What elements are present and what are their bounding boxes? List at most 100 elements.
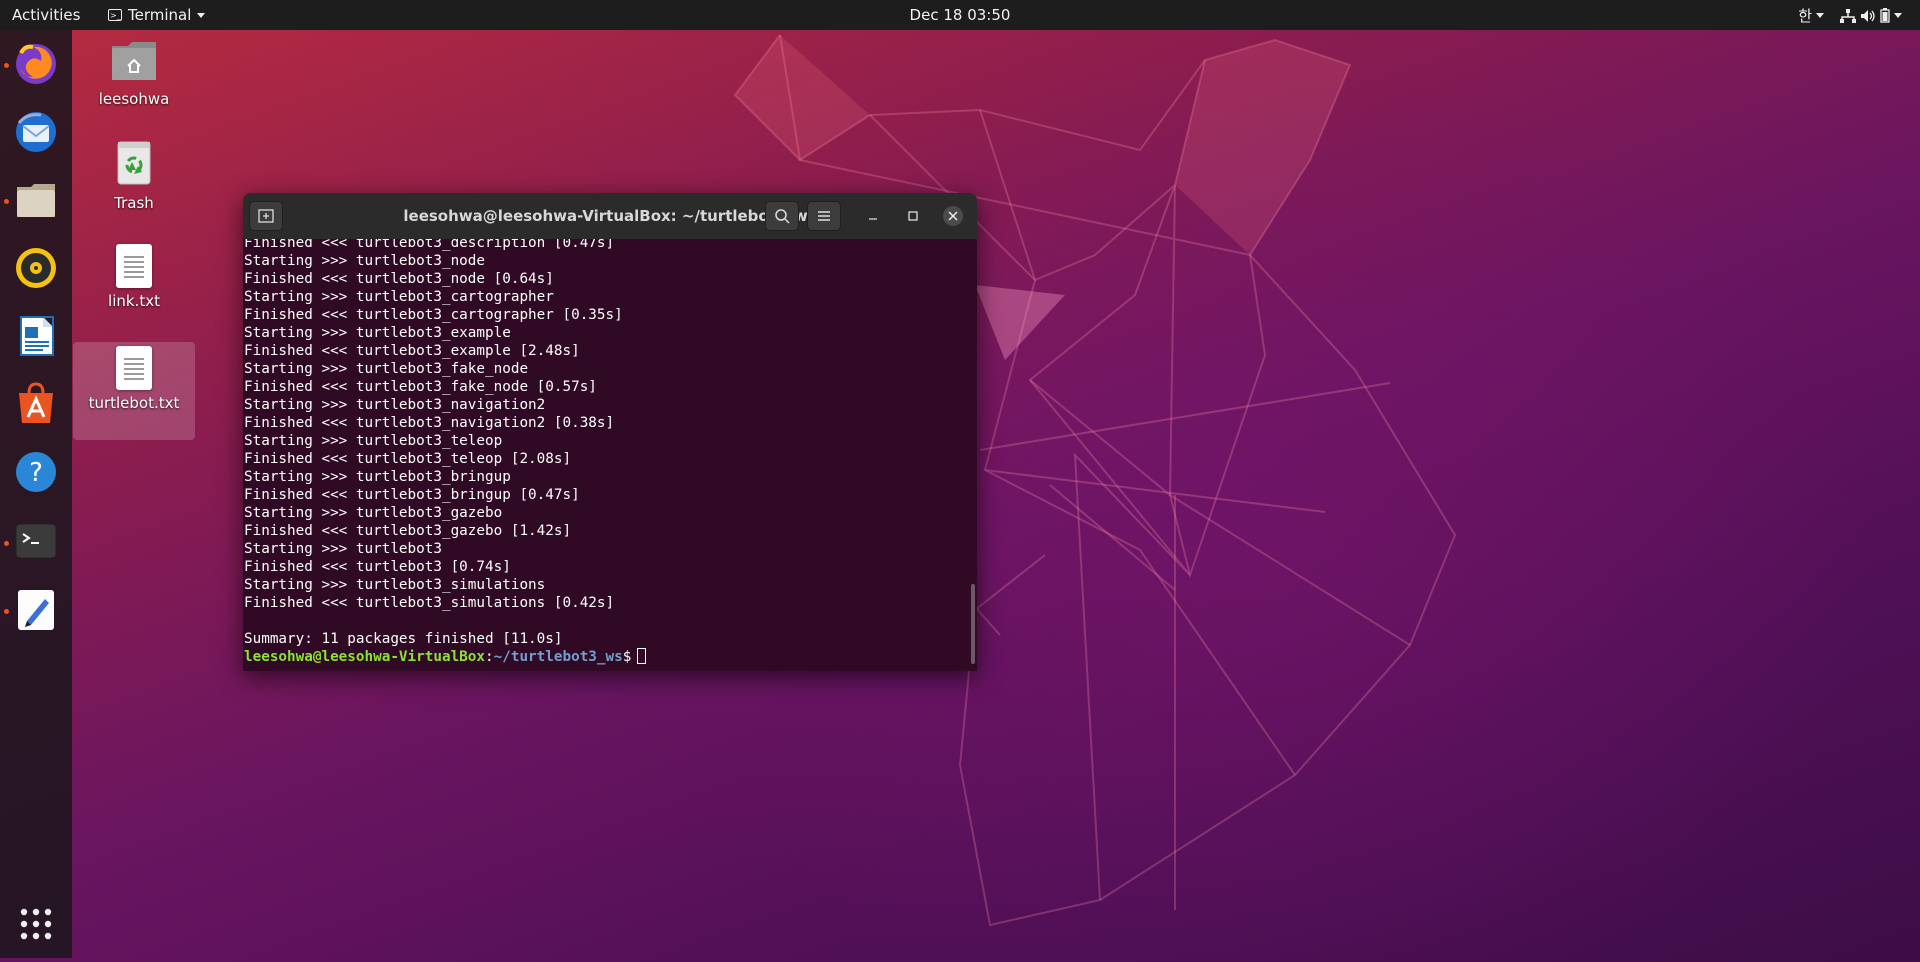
- text-editor-icon: [18, 590, 54, 630]
- terminal-line: Finished <<< turtlebot3_bringup [0.47s]: [244, 487, 580, 503]
- software-store-icon: [19, 382, 53, 423]
- terminal-output[interactable]: Finished <<< turtlebot3_description [0.4…: [243, 239, 969, 671]
- prompt-separator: :: [485, 649, 494, 665]
- system-menu[interactable]: [1840, 8, 1902, 23]
- maximize-button[interactable]: [903, 206, 923, 226]
- terminal-line: Starting >>> turtlebot3_bringup: [244, 469, 511, 485]
- terminal-line: Starting >>> turtlebot3_simulations: [244, 577, 546, 593]
- clock-area: Dec 18 03:50: [0, 6, 1920, 24]
- terminal-line: Finished <<< turtlebot3_simulations [0.4…: [244, 595, 615, 611]
- terminal-line: Starting >>> turtlebot3_fake_node: [244, 361, 529, 377]
- network-icon: [1840, 8, 1856, 23]
- desktop-icon-label: link.txt: [108, 292, 160, 310]
- dock-terminal[interactable]: [12, 517, 60, 565]
- desktop-icon-home[interactable]: leesohwa: [73, 38, 195, 108]
- terminal-line: Starting >>> turtlebot3: [244, 541, 442, 557]
- close-icon: [948, 211, 958, 221]
- input-method-menu[interactable]: 한: [1798, 5, 1824, 26]
- text-cursor: [637, 648, 647, 664]
- prompt-path: ~/turtlebot3_ws: [493, 649, 623, 665]
- desktop-icon-link-txt[interactable]: link.txt: [73, 244, 195, 316]
- terminal-line: Starting >>> turtlebot3_teleop: [244, 433, 503, 449]
- prompt-user-host: leesohwa@leesohwa-VirtualBox: [244, 649, 486, 665]
- desktop-icon-turtlebot-txt[interactable]: turtlebot.txt: [73, 342, 195, 440]
- dock-files[interactable]: [12, 176, 60, 224]
- desktop-icon-label: Trash: [114, 194, 154, 212]
- running-indicator: [4, 609, 9, 614]
- menu-button[interactable]: [807, 201, 841, 231]
- terminal-line: Finished <<< turtlebot3_description [0.4…: [244, 239, 615, 251]
- dock-firefox[interactable]: [12, 40, 60, 88]
- dock: ?: [0, 30, 72, 958]
- hamburger-menu-icon: [818, 211, 830, 221]
- terminal-line: Starting >>> turtlebot3_node: [244, 253, 486, 269]
- volume-icon: [1861, 9, 1875, 22]
- thunderbird-icon: [16, 112, 56, 152]
- terminal-prompt-line: leesohwa@leesohwa-VirtualBox:~/turtlebot…: [244, 648, 969, 666]
- terminal-scrollbar[interactable]: [971, 584, 975, 664]
- files-icon: [17, 184, 55, 217]
- dock-libreoffice-writer[interactable]: [12, 312, 60, 360]
- terminal-line: Finished <<< turtlebot3_teleop [2.08s]: [244, 451, 572, 467]
- terminal-line: Finished <<< turtlebot3_example [2.48s]: [244, 343, 580, 359]
- desktop-icon-trash[interactable]: Trash: [73, 140, 195, 212]
- text-file-icon: [116, 244, 152, 288]
- new-tab-icon: [258, 209, 274, 223]
- chevron-down-icon: [1816, 13, 1824, 18]
- rhythmbox-icon: [16, 248, 56, 288]
- clock[interactable]: Dec 18 03:50: [910, 6, 1011, 24]
- desktop-icon-label: turtlebot.txt: [88, 394, 180, 412]
- terminal-line: Finished <<< turtlebot3_node [0.64s]: [244, 271, 554, 287]
- minimize-icon: [869, 218, 877, 220]
- show-applications-button[interactable]: [12, 900, 60, 948]
- help-icon: ?: [16, 452, 56, 492]
- terminal-icon: [15, 523, 57, 559]
- top-bar: Activities >_ Terminal Dec 18 03:50 한: [0, 0, 1920, 30]
- home-folder-icon: [112, 42, 156, 80]
- running-indicator: [4, 541, 9, 546]
- terminal-header-bar[interactable]: leesohwa@leesohwa-VirtualBox: ~/turtlebo…: [243, 193, 977, 240]
- dock-text-editor[interactable]: [12, 586, 60, 634]
- writer-icon: [20, 316, 54, 356]
- desktop-icon-label: leesohwa: [98, 90, 170, 108]
- terminal-line: Starting >>> turtlebot3_example: [244, 325, 511, 341]
- terminal-line: Starting >>> turtlebot3_cartographer: [244, 289, 554, 305]
- terminal-lines: Finished <<< turtlebot3_description [0.4…: [244, 239, 969, 648]
- new-tab-button[interactable]: [249, 201, 283, 231]
- chevron-down-icon: [1894, 13, 1902, 18]
- terminal-window[interactable]: leesohwa@leesohwa-VirtualBox: ~/turtlebo…: [243, 193, 977, 671]
- activities-button[interactable]: Activities: [12, 6, 80, 24]
- trash-icon: [117, 141, 151, 185]
- dock-help[interactable]: ?: [12, 448, 60, 496]
- terminal-line: Starting >>> turtlebot3_navigation2: [244, 397, 546, 413]
- text-file-icon: [116, 346, 152, 390]
- running-indicator: [4, 199, 9, 204]
- close-button[interactable]: [943, 206, 963, 226]
- running-indicator: [4, 63, 9, 68]
- search-button[interactable]: [765, 201, 799, 231]
- terminal-line: Finished <<< turtlebot3_gazebo [1.42s]: [244, 523, 572, 539]
- terminal-line: Finished <<< turtlebot3_navigation2 [0.3…: [244, 415, 615, 431]
- chevron-down-icon: [197, 12, 206, 18]
- app-grid-icon: [20, 908, 52, 940]
- terminal-line: Starting >>> turtlebot3_gazebo: [244, 505, 503, 521]
- minimize-button[interactable]: [863, 206, 883, 226]
- dock-ubuntu-software[interactable]: [12, 380, 60, 428]
- app-menu-label: Terminal: [128, 6, 192, 24]
- app-menu[interactable]: >_ Terminal: [108, 6, 206, 24]
- search-icon: [775, 209, 790, 224]
- dock-thunderbird[interactable]: [12, 108, 60, 156]
- terminal-line: Finished <<< turtlebot3_fake_node [0.57s…: [244, 379, 597, 395]
- maximize-icon: [908, 211, 918, 221]
- terminal-line: Summary: 11 packages finished [11.0s]: [244, 631, 563, 647]
- system-tray: 한: [1798, 5, 1902, 26]
- firefox-icon: [16, 44, 56, 84]
- svg-text:?: ?: [29, 458, 43, 488]
- battery-icon: [1880, 8, 1890, 23]
- input-method-label: 한: [1798, 7, 1812, 25]
- terminal-line: Finished <<< turtlebot3 [0.74s]: [244, 559, 511, 575]
- terminal-app-icon: >_: [108, 9, 122, 21]
- terminal-line: Finished <<< turtlebot3_cartographer [0.…: [244, 307, 623, 323]
- dock-rhythmbox[interactable]: [12, 244, 60, 292]
